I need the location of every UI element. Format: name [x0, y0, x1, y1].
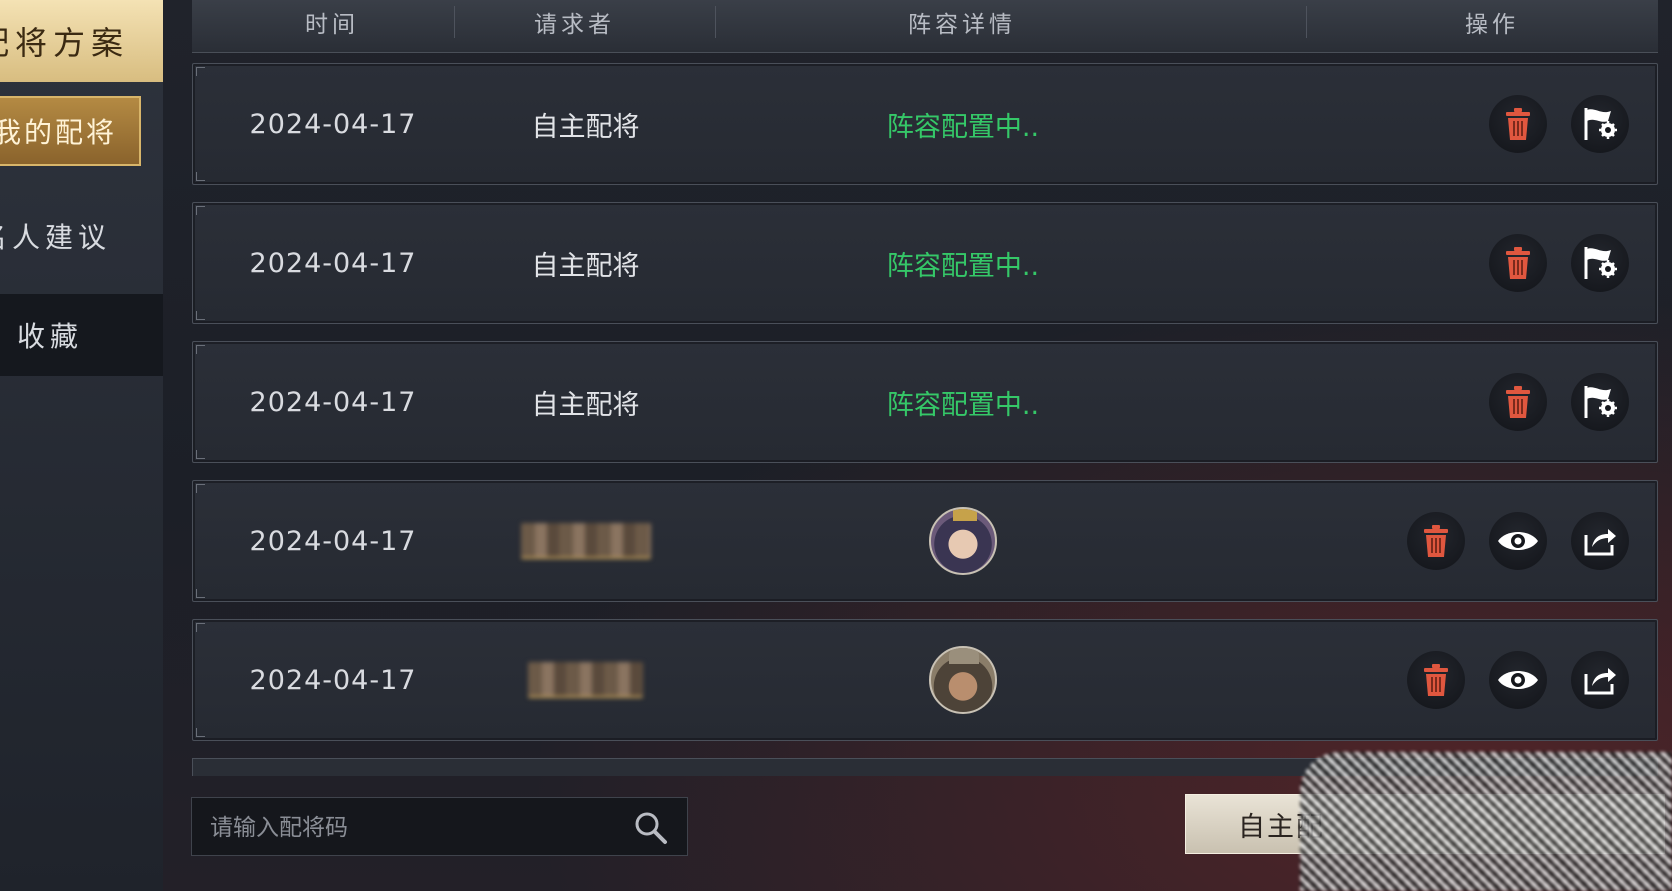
- trash-icon: [1424, 664, 1448, 696]
- header-lineup-detail: 阵容详情: [908, 12, 1016, 38]
- code-search-box: [191, 797, 688, 857]
- qr-code-overlay: [1300, 752, 1672, 891]
- row-status: 阵容配置中..: [886, 389, 1040, 421]
- delete-button[interactable]: [1407, 512, 1465, 570]
- row-actions: [1489, 64, 1629, 184]
- row-date: 2024-04-17: [249, 108, 417, 140]
- row-actions: [1407, 481, 1629, 601]
- view-button[interactable]: [1489, 651, 1547, 709]
- table-row: 2024-04-17: [192, 619, 1658, 741]
- sidebar-item-favorites[interactable]: 收藏: [0, 294, 163, 376]
- eye-icon: [1498, 671, 1538, 689]
- row-lineup: [713, 620, 1213, 740]
- sidebar-item-my-lineups[interactable]: 我的配将: [0, 96, 141, 166]
- row-actions: [1489, 203, 1629, 323]
- row-requester: 自主配将: [531, 389, 640, 421]
- row-actions: [1407, 620, 1629, 740]
- row-requester: [473, 620, 698, 740]
- table-row: 2024-04-17 自主配将 阵容配置中..: [192, 341, 1658, 463]
- flag-gear-icon: [1584, 108, 1617, 140]
- view-button[interactable]: [1489, 512, 1547, 570]
- male-general-avatar: [929, 646, 997, 714]
- row-requester: 自主配将: [531, 250, 640, 282]
- configure-button[interactable]: [1571, 234, 1629, 292]
- row-status: 阵容配置中..: [886, 111, 1040, 143]
- search-icon[interactable]: [633, 810, 669, 846]
- row-date: 2024-04-17: [249, 664, 417, 696]
- header-divider: [454, 6, 455, 38]
- header-actions: 操作: [1465, 12, 1519, 38]
- table-header: 时间 请求者 阵容详情 操作: [192, 0, 1658, 53]
- trash-icon: [1506, 247, 1530, 279]
- header-divider: [715, 6, 716, 38]
- share-button[interactable]: [1571, 651, 1629, 709]
- row-requester: [473, 481, 698, 601]
- female-general-avatar: [929, 507, 997, 575]
- delete-button[interactable]: [1407, 651, 1465, 709]
- trash-icon: [1424, 525, 1448, 557]
- configure-button[interactable]: [1571, 95, 1629, 153]
- header-requester: 请求者: [534, 12, 615, 38]
- table-row: 2024-04-17 自主配将 阵容配置中..: [192, 202, 1658, 324]
- sidebar-item-lineup-plans[interactable]: 配将方案: [0, 0, 163, 82]
- trash-icon: [1506, 386, 1530, 418]
- flag-gear-icon: [1584, 386, 1617, 418]
- delete-button[interactable]: [1489, 373, 1547, 431]
- row-lineup: [713, 481, 1213, 601]
- configure-button[interactable]: [1571, 373, 1629, 431]
- row-requester: 自主配将: [531, 111, 640, 143]
- table-row: 2024-04-17: [192, 480, 1658, 602]
- sidebar-item-suggestions[interactable]: 名人建议: [0, 195, 163, 277]
- row-date: 2024-04-17: [249, 386, 417, 418]
- delete-button[interactable]: [1489, 95, 1547, 153]
- requester-name-link[interactable]: [520, 523, 651, 559]
- share-icon: [1584, 668, 1616, 695]
- header-time: 时间: [305, 12, 359, 38]
- code-search-input[interactable]: [208, 798, 612, 857]
- share-icon: [1584, 529, 1616, 556]
- share-button[interactable]: [1571, 512, 1629, 570]
- flag-gear-icon: [1584, 247, 1617, 279]
- row-date: 2024-04-17: [249, 247, 417, 279]
- eye-icon: [1498, 532, 1538, 550]
- row-actions: [1489, 342, 1629, 462]
- delete-button[interactable]: [1489, 234, 1547, 292]
- header-divider: [1306, 6, 1307, 38]
- table-row: 2024-04-17 自主配将 阵容配置中..: [192, 63, 1658, 185]
- row-date: 2024-04-17: [249, 525, 417, 557]
- requester-name-link[interactable]: [528, 662, 643, 698]
- trash-icon: [1506, 108, 1530, 140]
- sidebar: 配将方案 我的配将 名人建议 收藏: [0, 0, 163, 891]
- row-status: 阵容配置中..: [886, 250, 1040, 282]
